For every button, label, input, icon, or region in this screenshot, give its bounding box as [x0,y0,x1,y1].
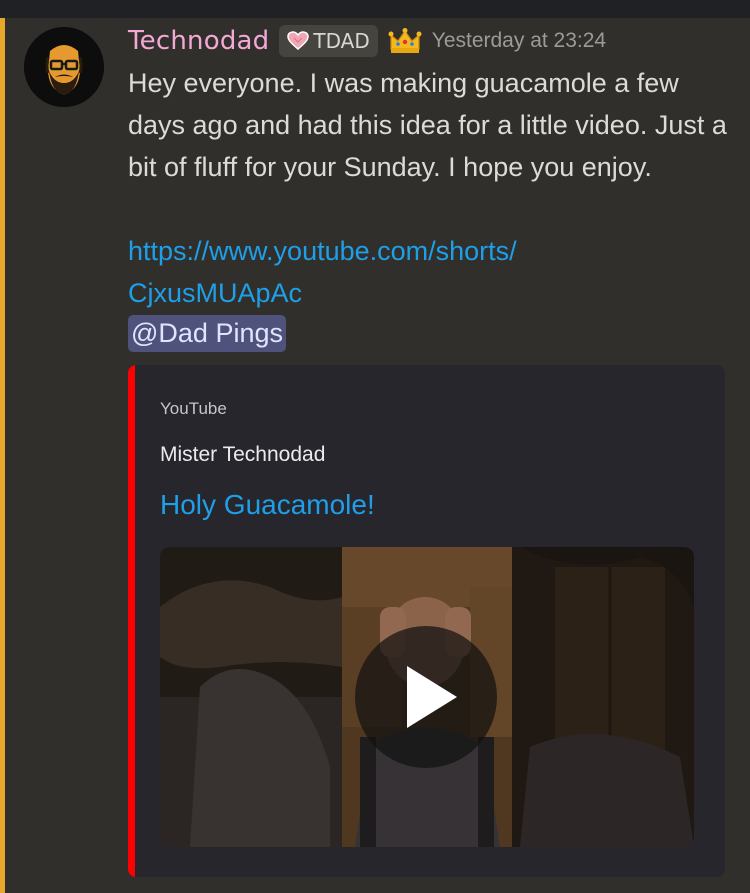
heart-icon [287,31,310,50]
embed-accent-bar [128,365,135,877]
play-button[interactable] [355,626,497,768]
highlight-bar [0,18,5,893]
link-line-2[interactable]: CjxusMUApAc [128,272,728,314]
play-icon [407,666,457,728]
username[interactable]: Technodad [128,26,269,56]
link-embed: YouTube Mister Technodad Holy Guacamole! [128,365,725,877]
crown-icon [388,28,422,53]
link-line-1[interactable]: https://www.youtube.com/shorts/ [128,230,728,272]
timestamp[interactable]: Yesterday at 23:24 [432,29,606,53]
message-text: Hey everyone. I was making guacamole a f… [128,68,727,182]
message-link[interactable]: https://www.youtube.com/shorts/ CjxusMUA… [128,230,728,314]
embed-title[interactable]: Holy Guacamole! [160,489,375,521]
embed-provider[interactable]: YouTube [160,399,227,419]
bearded-man-avatar-icon [24,27,104,107]
video-thumbnail[interactable] [160,547,694,847]
role-tag[interactable]: TDAD [279,25,378,57]
role-mention[interactable]: @Dad Pings [128,315,286,352]
role-tag-label: TDAD [313,29,370,53]
embed-author[interactable]: Mister Technodad [160,443,325,467]
top-bar [0,0,750,18]
message-container: Technodad TDAD Yesterday at 23:24 Hey ev… [0,18,750,893]
avatar[interactable] [24,27,104,107]
message-header: Technodad TDAD Yesterday at 23:24 [128,25,606,57]
